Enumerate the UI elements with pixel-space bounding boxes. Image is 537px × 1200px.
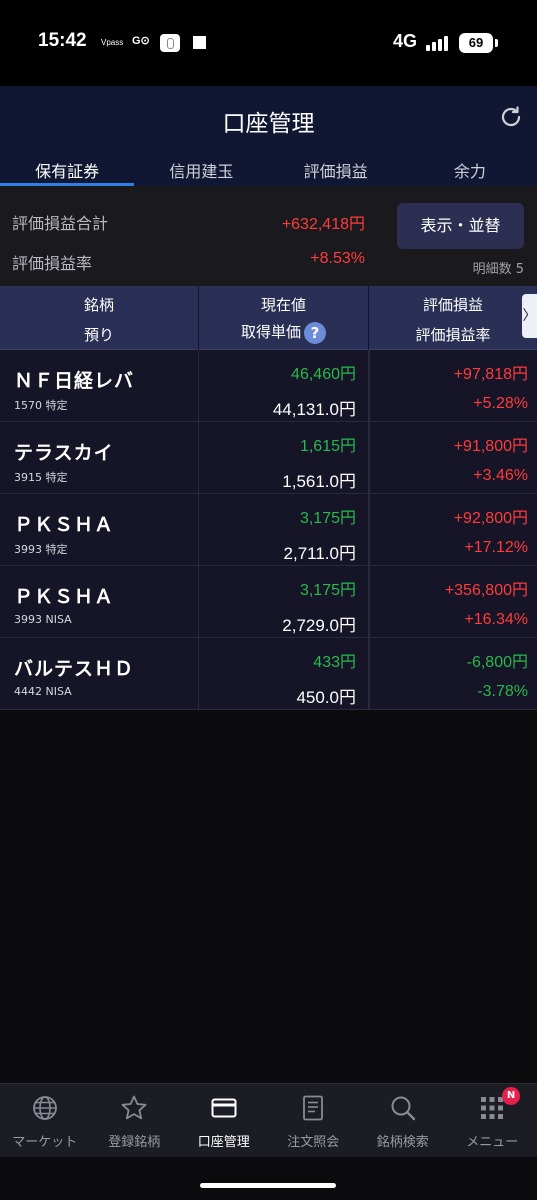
tab-valuation[interactable]: 評価損益 (269, 146, 403, 186)
stock-name: ＰＫＳＨＡ (14, 586, 115, 608)
display-sort-button[interactable]: 表示・並替 (397, 203, 524, 249)
stock-name: ＰＫＳＨＡ (14, 514, 115, 536)
go-notification-icon: G⊙ (132, 35, 150, 47)
nav-orders[interactable]: 注文照会 (269, 1084, 359, 1157)
total-pl-value: +632,418円 (281, 216, 365, 233)
search-icon (391, 1096, 415, 1121)
current-price: 1,615円 (299, 438, 356, 455)
profit-loss: -6,800円 (466, 654, 528, 671)
nav-label: マーケット (12, 1135, 78, 1150)
network-type: 4G (393, 31, 418, 51)
profit-loss: +92,800円 (453, 510, 528, 527)
current-price: 46,460円 (291, 366, 356, 383)
home-indicator[interactable] (0, 1157, 537, 1200)
header-pl: 評価損益 (422, 296, 483, 314)
table-row[interactable]: テラスカイ 3915 特定 1,615円 1,561.0円 +91,800円 +… (0, 422, 537, 494)
acquisition-price: 2,711.0円 (283, 544, 356, 563)
nav-label: メニュー (466, 1135, 519, 1150)
refresh-icon[interactable] (498, 104, 524, 130)
status-time: 15:42 (38, 30, 87, 51)
vpass-notification-icon: Vpass (101, 38, 124, 47)
document-icon (303, 1095, 324, 1121)
nav-stock-search[interactable]: 銘柄検索 (358, 1084, 448, 1157)
header-acquisition-price: 取得単価 (240, 323, 301, 341)
card-icon (211, 1098, 237, 1118)
profit-loss: +97,818円 (453, 366, 528, 383)
stock-code: 3993 NISA (14, 613, 72, 626)
table-header: 銘柄 預り 現在値 取得単価? 評価損益 評価損益率 (0, 286, 537, 350)
star-icon (121, 1095, 147, 1120)
acquisition-price: 450.0円 (296, 688, 356, 707)
stock-code: 3993 特定 (14, 543, 68, 556)
help-icon[interactable]: ? (304, 321, 326, 344)
table-row[interactable]: ＰＫＳＨＡ 3993 NISA 3,175円 2,729.0円 +356,800… (0, 566, 537, 638)
tab-buying-power[interactable]: 余力 (403, 146, 537, 186)
nav-label: 口座管理 (197, 1135, 250, 1150)
tab-bar: 保有証券 信用建玉 評価損益 余力 (0, 146, 537, 186)
current-price: 433円 (313, 654, 356, 671)
current-price: 3,175円 (299, 582, 356, 599)
profit-loss-rate: +3.46% (473, 467, 528, 484)
battery-icon: 69 (459, 33, 498, 53)
signal-icon (426, 35, 454, 51)
current-price: 3,175円 (299, 510, 356, 527)
nav-account[interactable]: 口座管理 (179, 1084, 269, 1157)
nav-watchlist[interactable]: 登録銘柄 (90, 1084, 180, 1157)
status-bar: 15:42 Vpass G⊙ 4G 69 (0, 0, 537, 86)
summary-panel: 評価損益合計 +632,418円 評価損益率 +8.53% 表示・並替 明細数 … (0, 186, 537, 286)
column-header-pl: 評価損益 評価損益率 (369, 286, 537, 350)
table-row[interactable]: ＮＦ日経レバ 1570 特定 46,460円 44,131.0円 +97,818… (0, 350, 537, 422)
pl-rate-value: +8.53% (310, 250, 365, 267)
tab-holdings[interactable]: 保有証券 (0, 146, 135, 186)
tab-margin-positions[interactable]: 信用建玉 (134, 146, 268, 186)
nav-label: 登録銘柄 (108, 1135, 161, 1150)
holdings-list: ＮＦ日経レバ 1570 特定 46,460円 44,131.0円 +97,818… (0, 350, 537, 710)
page-title: 口座管理 (222, 111, 315, 137)
scroll-right-icon[interactable]: 〉 (522, 294, 537, 338)
acquisition-price: 2,729.0円 (282, 616, 356, 635)
table-row[interactable]: バルテスＨＤ 4442 NISA 433円 450.0円 -6,800円 -3.… (0, 638, 537, 710)
nav-label: 注文照会 (287, 1135, 340, 1150)
column-header-price: 現在値 取得単価? (199, 286, 369, 350)
nav-menu[interactable]: メニュー (448, 1084, 537, 1157)
header-stock-name: 銘柄 (83, 296, 114, 314)
bottom-navigation: マーケット 登録銘柄 口座管理 注文照会 銘柄検索 メニュー (0, 1083, 537, 1157)
header-current-price: 現在値 (260, 296, 306, 314)
header-custody: 預り (83, 326, 114, 344)
column-header-stock: 銘柄 預り (0, 286, 199, 350)
acquisition-price: 1,561.0円 (282, 472, 356, 491)
profit-loss-rate: +16.34% (464, 611, 528, 628)
pl-rate-label: 評価損益率 (12, 254, 93, 273)
stock-code: 1570 特定 (14, 399, 68, 412)
stock-code: 4442 NISA (14, 685, 72, 698)
acquisition-price: 44,131.0円 (272, 400, 356, 419)
profit-loss: +91,800円 (453, 438, 528, 455)
stock-name: テラスカイ (14, 442, 114, 464)
app-header: 口座管理 保有証券 信用建玉 評価損益 余力 (0, 86, 537, 186)
nav-market[interactable]: マーケット (0, 1084, 90, 1157)
stock-name: バルテスＨＤ (14, 658, 135, 680)
total-pl-label: 評価損益合計 (12, 214, 109, 233)
globe-icon (32, 1096, 57, 1120)
header-pl-rate: 評価損益率 (415, 326, 491, 344)
profit-loss-rate: +17.12% (464, 539, 528, 556)
profit-loss-rate: -3.78% (477, 683, 528, 700)
nav-label: 銘柄検索 (376, 1135, 429, 1150)
notification-badge: N (502, 1087, 520, 1105)
header-acquisition-price-wrap: 取得単価? (199, 321, 368, 344)
detail-count: 明細数 5 (472, 262, 524, 277)
stock-name: ＮＦ日経レバ (14, 370, 135, 392)
stock-code: 3915 特定 (14, 471, 68, 484)
table-row[interactable]: ＰＫＳＨＡ 3993 特定 3,175円 2,711.0円 +92,800円 +… (0, 494, 537, 566)
profit-loss-rate: +5.28% (473, 395, 528, 412)
square-notification-icon (193, 36, 206, 49)
app-notification-icon (160, 34, 180, 52)
profit-loss: +356,800円 (444, 582, 528, 599)
